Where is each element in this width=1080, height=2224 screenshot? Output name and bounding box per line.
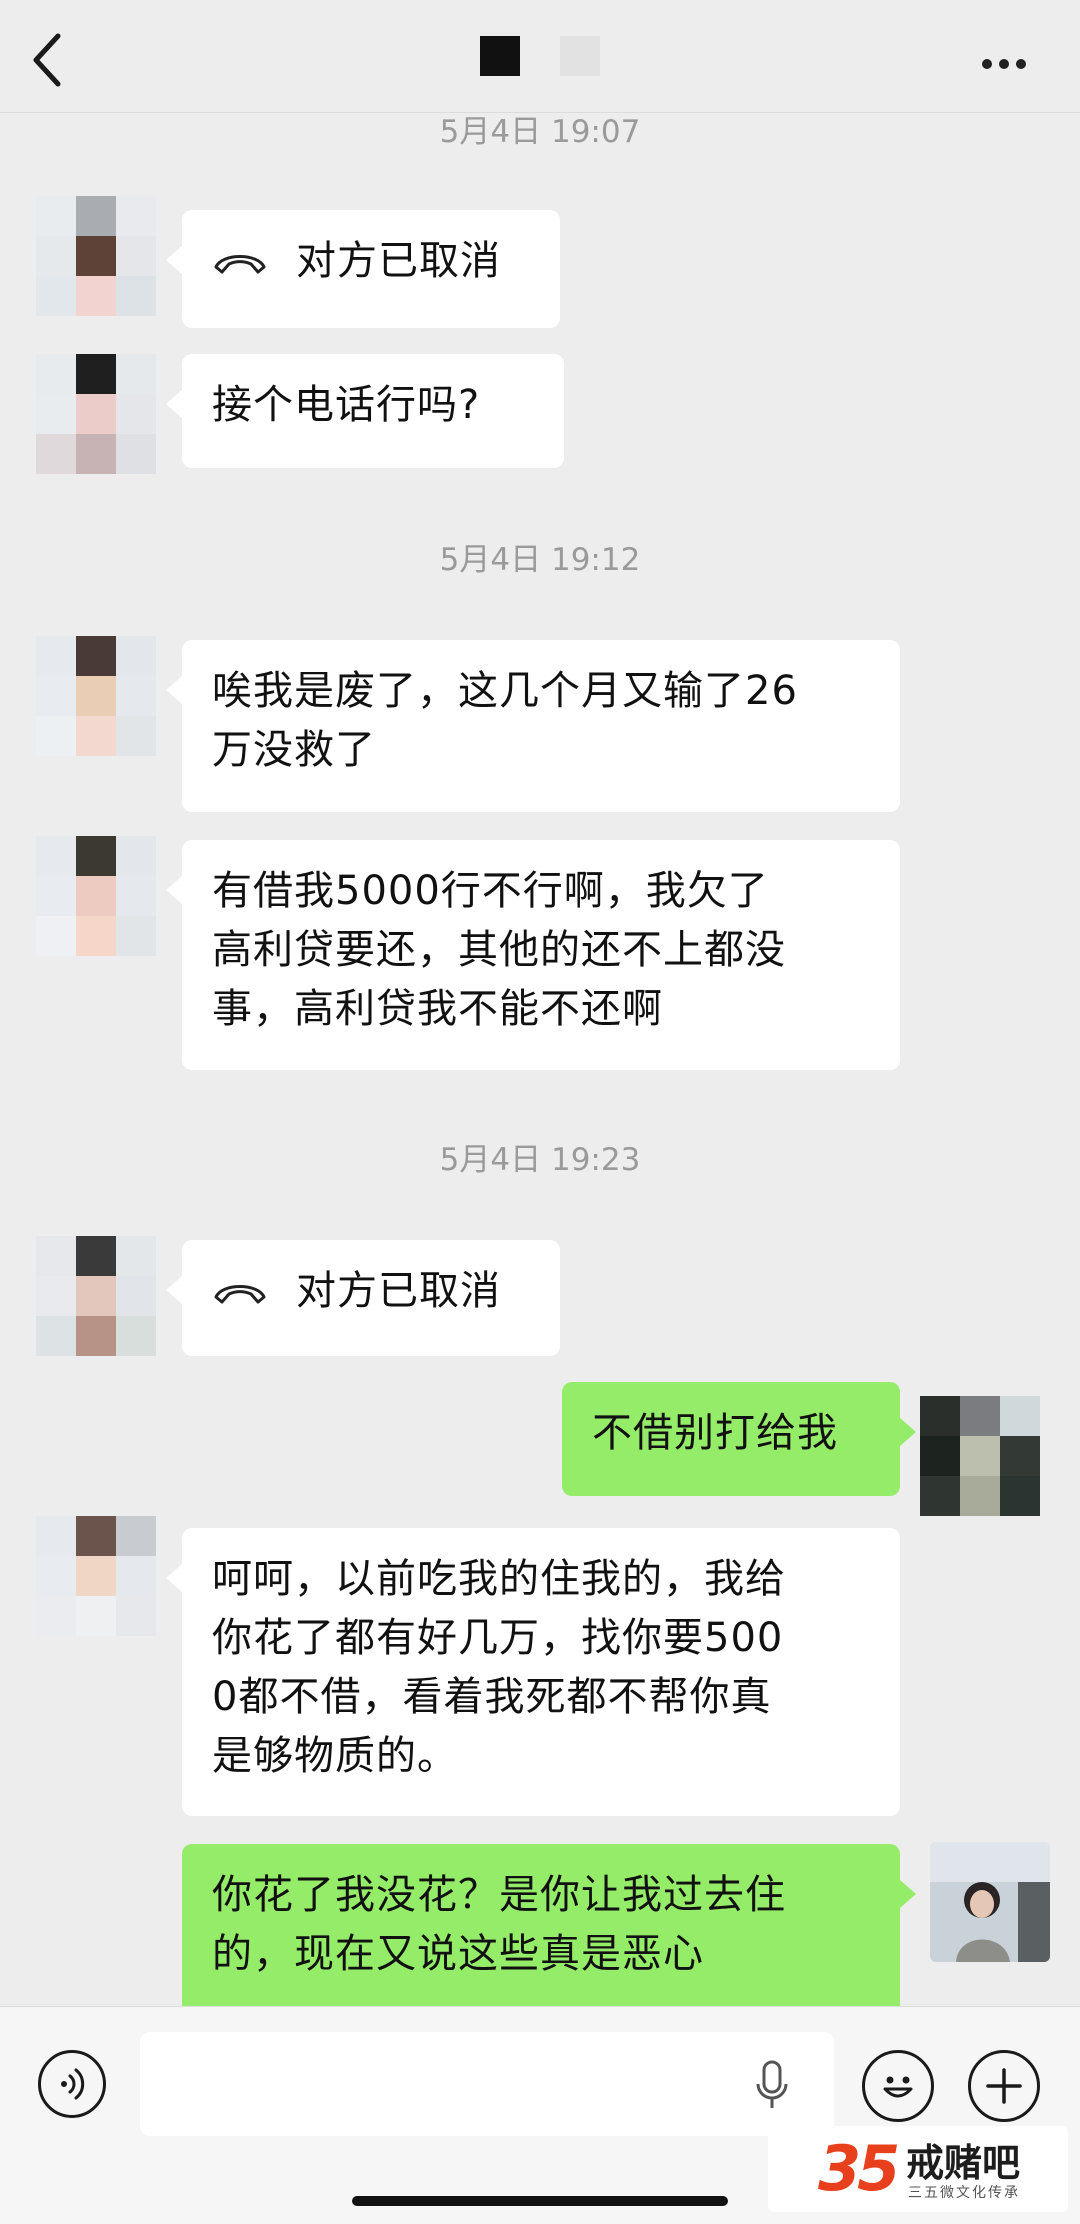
message-bubble-outgoing[interactable]: 你花了我没花？是你让我过去住 的，现在又说这些真是恶心 (182, 1844, 916, 2016)
message-input[interactable] (140, 2032, 834, 2136)
message-bubble-call[interactable]: 对方已取消 (166, 210, 560, 328)
message-line: 你花了我没花？是你让我过去住 (212, 1872, 786, 1918)
message-line: 不借别打给我 (592, 1410, 838, 1456)
microphone-icon[interactable] (752, 2058, 792, 2114)
message-bubble-call[interactable]: 对方已取消 (166, 1240, 560, 1356)
message-line: 有借我5000行不行啊，我欠了 (212, 868, 769, 914)
message-bubble[interactable]: 呵呵，以前吃我的住我的，我给 你花了都有好几万，找你要500 0都不借，看着我死… (166, 1528, 900, 1816)
contact-avatar[interactable] (36, 354, 156, 474)
message-line: 接个电话行吗? (212, 382, 481, 428)
back-chevron-icon[interactable] (28, 30, 68, 90)
message-line: 是够物质的。 (212, 1733, 458, 1779)
photo-avatar-icon (930, 1842, 1050, 1962)
voice-toggle-button[interactable] (38, 2050, 106, 2118)
my-avatar[interactable] (930, 1842, 1050, 1962)
message-bubble-outgoing[interactable]: 不借别打给我 (562, 1382, 916, 1496)
timestamp: 5月4日 19:23 (439, 1142, 641, 1178)
message-line: 的，现在又说这些真是恶心 (212, 1931, 704, 1977)
emoji-button[interactable] (862, 2050, 934, 2122)
more-functions-button[interactable] (968, 2050, 1040, 2122)
phone-hangup-icon (214, 1284, 266, 1303)
contact-avatar[interactable] (36, 636, 156, 756)
contact-avatar[interactable] (36, 1516, 156, 1636)
message-bubble[interactable]: 接个电话行吗? (166, 354, 564, 468)
message-line: 事，高利贷我不能不还啊 (212, 986, 663, 1032)
watermark-name: 戒赌吧 (906, 2141, 1021, 2185)
message-bubble[interactable]: 有借我5000行不行啊，我欠了 高利贷要还，其他的还不上都没 事，高利贷我不能不… (166, 840, 900, 1070)
message-line: 高利贷要还，其他的还不上都没 (212, 927, 786, 973)
chat-header (0, 0, 1080, 113)
message-line: 0都不借，看着我死都不帮你真 (212, 1674, 772, 1720)
message-line: 唉我是废了，这几个月又输了26 (212, 668, 798, 714)
voice-icon (61, 2068, 85, 2100)
message-bubble[interactable]: 唉我是废了，这几个月又输了26 万没救了 (166, 640, 900, 812)
emoji-icon (883, 2076, 913, 2098)
message-line: 你花了都有好几万，找你要500 (212, 1615, 784, 1661)
message-line: 万没救了 (212, 727, 376, 773)
contact-avatar[interactable] (36, 836, 156, 956)
contact-avatar[interactable] (36, 1236, 156, 1356)
call-status-text: 对方已取消 (296, 238, 501, 284)
home-indicator (352, 2196, 728, 2206)
message-line: 呵呵，以前吃我的住我的，我给 (212, 1556, 786, 1602)
call-status-text: 对方已取消 (296, 1268, 501, 1314)
contact-name-redacted-2 (560, 36, 600, 76)
timestamp: 5月4日 19:12 (439, 542, 641, 578)
timestamp: 5月4日 19:07 (439, 114, 641, 150)
my-avatar[interactable] (920, 1396, 1040, 1516)
watermark-number: 35 (818, 2132, 900, 2205)
plus-icon (986, 2068, 1022, 2104)
watermark-logo: 35 戒赌吧 三五微文化传承 (768, 2126, 1068, 2212)
contact-name-redacted (480, 36, 520, 76)
phone-hangup-icon (214, 254, 266, 273)
more-options-icon[interactable] (982, 54, 1034, 69)
contact-avatar[interactable] (36, 196, 156, 316)
watermark-subtitle: 三五微文化传承 (908, 2185, 1020, 2201)
